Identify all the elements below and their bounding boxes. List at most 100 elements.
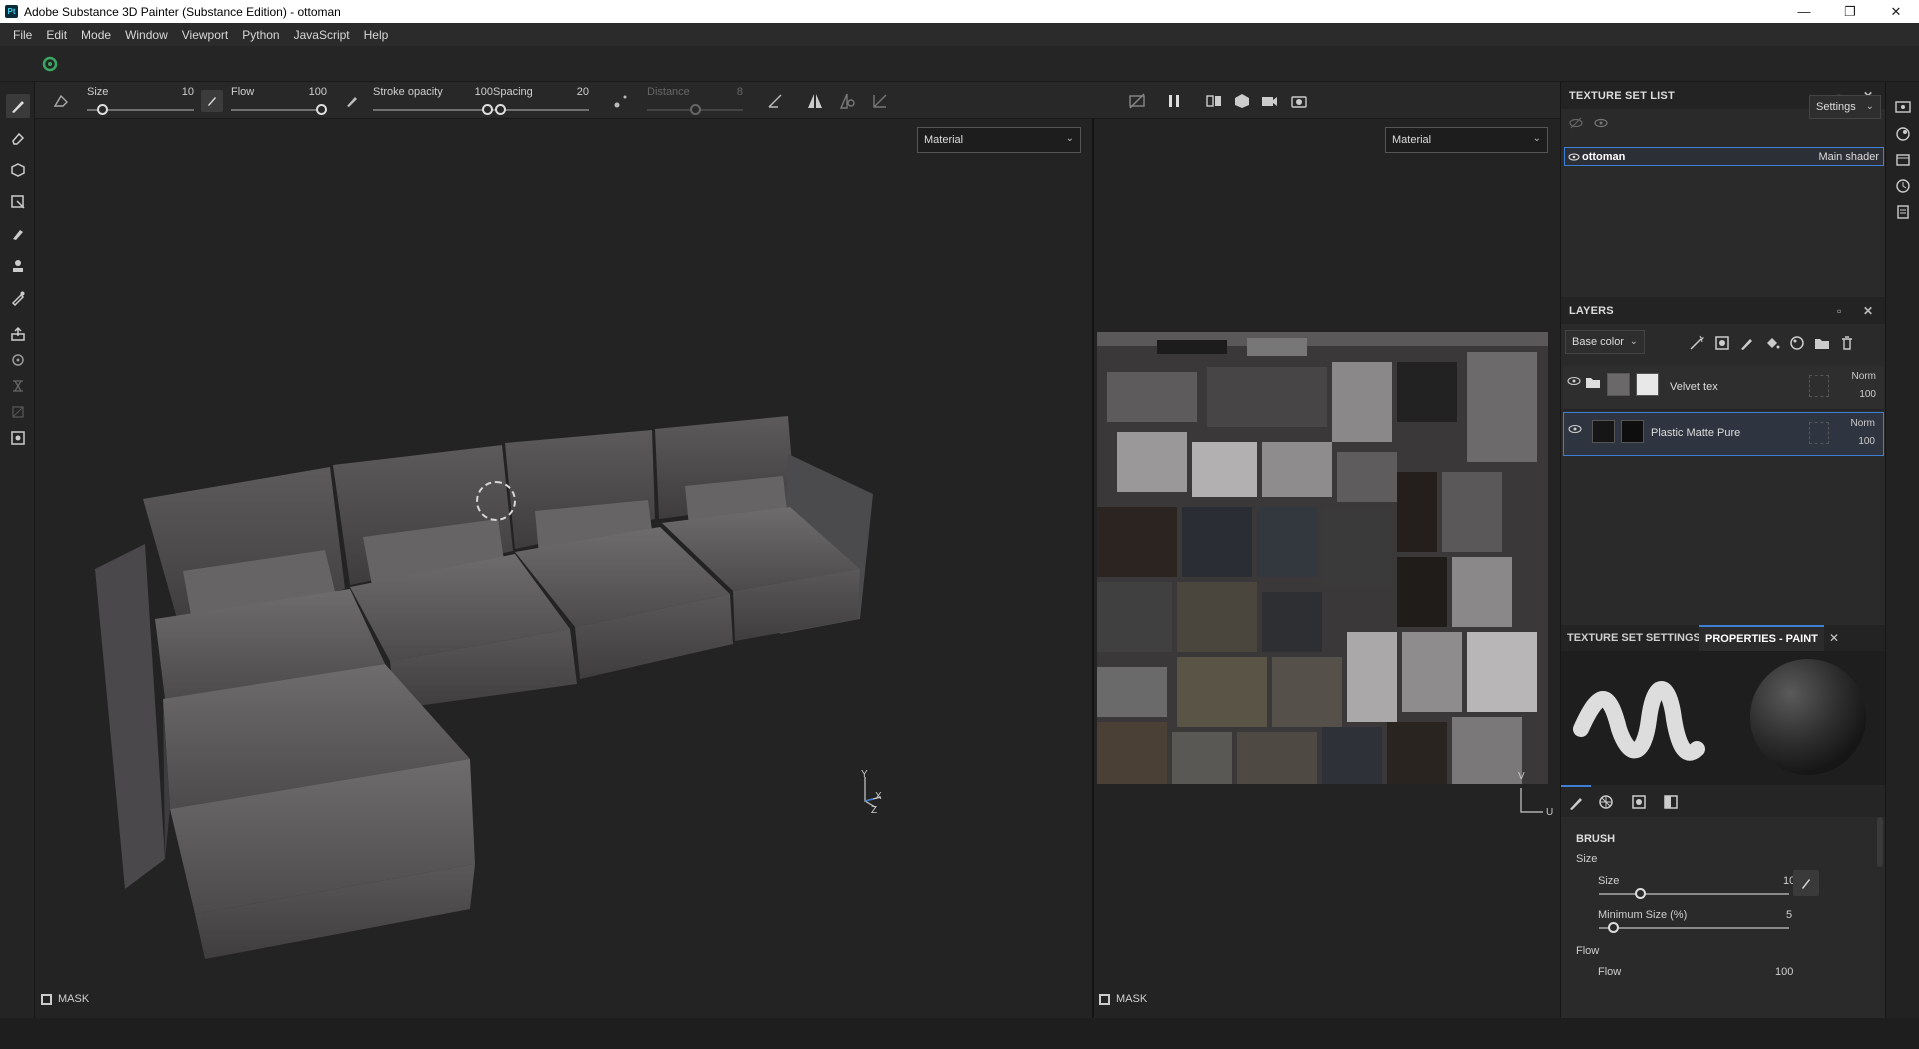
- add-smart-material-icon[interactable]: [1789, 335, 1805, 351]
- layer-name[interactable]: Velvet tex: [1670, 381, 1718, 393]
- add-fill-layer-icon[interactable]: [1764, 335, 1780, 351]
- export-tool-icon[interactable]: [6, 426, 30, 450]
- brush-subtab[interactable]: [1561, 785, 1591, 817]
- minimize-button[interactable]: —: [1781, 0, 1827, 23]
- mask-checkbox-2d[interactable]: [1099, 993, 1110, 1005]
- prop-size-pressure-button[interactable]: [1793, 870, 1819, 896]
- lazy-mouse-icon[interactable]: [613, 93, 629, 109]
- log-icon[interactable]: [1895, 204, 1911, 220]
- eye-closed-icon[interactable]: [1569, 116, 1583, 130]
- prop-min-size-slider[interactable]: [1599, 927, 1789, 929]
- layer-name[interactable]: Plastic Matte Pure: [1651, 427, 1740, 439]
- texture-set-settings-select[interactable]: Settings ⌄: [1809, 95, 1881, 119]
- symmetry-icon[interactable]: [806, 92, 824, 110]
- menu-python[interactable]: Python: [235, 28, 286, 42]
- shader-settings-icon[interactable]: [1895, 126, 1911, 142]
- hide-texture-set-icon[interactable]: [1567, 98, 1581, 112]
- eye-icon[interactable]: [1594, 116, 1608, 130]
- eraser-tool-icon[interactable]: [6, 126, 30, 150]
- projection-tool-icon[interactable]: [6, 158, 30, 182]
- uv-tool-icon[interactable]: [6, 400, 30, 424]
- layer-mask-thumbnail[interactable]: [1621, 420, 1644, 443]
- properties-scrollbar[interactable]: [1877, 817, 1883, 867]
- material-subtab-icon[interactable]: [1598, 794, 1614, 810]
- layer-blend-mode[interactable]: Norm: [1851, 418, 1875, 429]
- mask-checkbox-3d[interactable]: [41, 993, 52, 1005]
- layer-mask-thumbnail[interactable]: [1636, 373, 1659, 396]
- add-mask-icon[interactable]: [1714, 335, 1730, 351]
- settings-tool-icon[interactable]: [6, 348, 30, 372]
- paint-brush-tool-icon[interactable]: [6, 94, 30, 118]
- stroke-opacity-slider[interactable]: [373, 109, 493, 111]
- channel-select[interactable]: Base color ⌄: [1565, 330, 1645, 354]
- alpha-subtab-icon[interactable]: [1631, 794, 1647, 810]
- texture-set-item[interactable]: ottoman Main shader: [1564, 147, 1884, 166]
- close-properties-icon[interactable]: ✕: [1829, 631, 1839, 645]
- tab-texture-set-settings[interactable]: TEXTURE SET SETTINGS: [1561, 625, 1707, 651]
- stroke-opacity-knob[interactable]: [482, 104, 493, 115]
- sync-plugin-icon[interactable]: [42, 56, 58, 72]
- mask-toggle-2d[interactable]: MASK: [1099, 993, 1147, 1005]
- camera-icon[interactable]: [1260, 92, 1278, 110]
- symmetry-mirror-icon[interactable]: [838, 92, 856, 110]
- close-layers-icon[interactable]: ✕: [1863, 304, 1873, 318]
- hide-ui-icon[interactable]: [1128, 92, 1146, 110]
- cube-view-icon[interactable]: [1233, 92, 1251, 110]
- line-mode-icon[interactable]: [766, 92, 784, 110]
- stroke-opacity-param[interactable]: Stroke opacity 100: [373, 82, 493, 119]
- flow-knob[interactable]: [316, 104, 327, 115]
- mask-toggle-3d[interactable]: MASK: [41, 993, 89, 1005]
- float-layers-icon[interactable]: ▫: [1837, 304, 1841, 318]
- color-picker-tool-icon[interactable]: [6, 286, 30, 310]
- layer-visible-eye-icon[interactable]: [1568, 423, 1582, 435]
- prop-flow-value[interactable]: 100: [1775, 966, 1793, 978]
- prop-size-slider[interactable]: [1599, 893, 1789, 895]
- stencil-subtab-icon[interactable]: [1663, 794, 1679, 810]
- pause-render-icon[interactable]: [1165, 92, 1183, 110]
- layer-row-selected[interactable]: Plastic Matte Pure Norm 100: [1563, 412, 1884, 456]
- size-pen-pressure-button[interactable]: [201, 90, 223, 112]
- close-button[interactable]: ✕: [1873, 0, 1919, 23]
- menu-mode[interactable]: Mode: [74, 28, 118, 42]
- menu-window[interactable]: Window: [118, 28, 175, 42]
- layer-opacity[interactable]: 100: [1858, 436, 1875, 447]
- bake-tool-icon[interactable]: [6, 322, 30, 346]
- add-paint-layer-icon[interactable]: [1739, 335, 1755, 351]
- clone-stamp-tool-icon[interactable]: [6, 254, 30, 278]
- smudge-tool-icon[interactable]: [6, 222, 30, 246]
- measure-tool-icon[interactable]: [6, 374, 30, 398]
- menu-javascript[interactable]: JavaScript: [287, 28, 357, 42]
- menu-help[interactable]: Help: [357, 28, 396, 42]
- add-effect-icon[interactable]: [1689, 335, 1705, 351]
- maximize-button[interactable]: ❐: [1827, 0, 1873, 23]
- history-icon[interactable]: [1895, 178, 1911, 194]
- spacing-knob[interactable]: [495, 104, 506, 115]
- add-folder-icon[interactable]: [1814, 335, 1830, 351]
- texture-set-shader[interactable]: Main shader: [1818, 151, 1879, 163]
- layer-row[interactable]: Velvet tex Norm 100: [1563, 366, 1884, 410]
- prop-min-size-knob[interactable]: [1608, 922, 1619, 933]
- prop-size-knob[interactable]: [1635, 888, 1646, 899]
- menu-edit[interactable]: Edit: [39, 28, 74, 42]
- menu-viewport[interactable]: Viewport: [175, 28, 235, 42]
- viewport-2d[interactable]: Material ⌄ V U MASK: [1094, 119, 1560, 1018]
- texture-set-visible-eye-icon[interactable]: [1568, 151, 1580, 163]
- flow-slider[interactable]: [231, 109, 327, 111]
- screenshot-icon[interactable]: [1290, 92, 1308, 110]
- flow-param[interactable]: Flow 100: [231, 82, 327, 119]
- display-settings-icon[interactable]: [1895, 100, 1911, 116]
- tab-properties-paint[interactable]: PROPERTIES - PAINT: [1699, 625, 1824, 651]
- size-knob[interactable]: [97, 104, 108, 115]
- layer-opacity[interactable]: 100: [1859, 389, 1876, 400]
- transform-icon[interactable]: [871, 92, 889, 110]
- geometry-fill-tool-icon[interactable]: [6, 190, 30, 214]
- viewport-3d-mode-select[interactable]: Material ⌄: [917, 127, 1081, 153]
- layer-visible-eye-icon[interactable]: [1567, 375, 1581, 387]
- spacing-slider[interactable]: [493, 109, 589, 111]
- split-view-icon[interactable]: [1205, 92, 1223, 110]
- prop-min-size-value[interactable]: 5: [1786, 909, 1792, 921]
- layer-blend-mode[interactable]: Norm: [1852, 371, 1876, 382]
- assets-icon[interactable]: [1895, 152, 1911, 168]
- viewport-2d-mode-select[interactable]: Material ⌄: [1385, 127, 1548, 153]
- delete-layer-icon[interactable]: [1839, 335, 1855, 351]
